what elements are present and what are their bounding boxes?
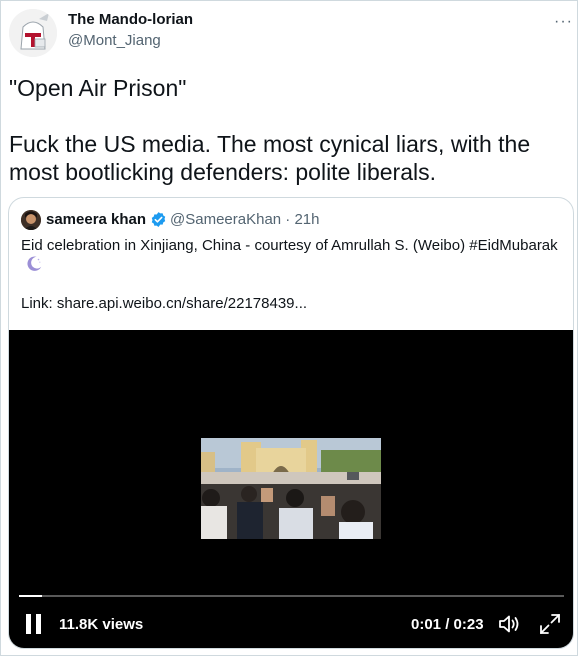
quoted-tweet-text: Eid celebration in Xinjiang, China - cou… — [21, 237, 558, 254]
pause-icon[interactable] — [26, 614, 42, 634]
video-progress-bar[interactable] — [19, 595, 564, 597]
quoted-tweet-link[interactable]: Link: share.api.weibo.cn/share/22178439.… — [21, 295, 307, 312]
crowd-scene-image — [201, 438, 381, 539]
crescent-moon-icon — [27, 256, 42, 271]
quoted-tweet[interactable]: sameera khan @SameeraKhan · 21h Eid cele… — [8, 197, 574, 649]
tweet-text: "Open Air Prison" Fuck the US media. The… — [9, 75, 531, 185]
more-options-icon[interactable]: ··· — [554, 13, 573, 31]
video-player[interactable]: 11.8K views 0:01 / 0:23 — [9, 330, 573, 648]
video-progress-fill — [19, 595, 43, 597]
verified-badge-icon — [151, 212, 166, 227]
video-view-count: 11.8K views — [59, 616, 144, 633]
volume-icon[interactable] — [497, 612, 521, 636]
video-thumbnail[interactable] — [201, 438, 381, 539]
author-handle[interactable]: @Mont_Jiang — [68, 32, 161, 49]
mandalorian-helmet-icon — [9, 9, 57, 57]
tweet-card[interactable]: The Mando-lorian @Mont_Jiang ··· "Open A… — [0, 0, 578, 656]
video-time: 0:01 / 0:23 — [411, 616, 484, 633]
quoted-author-handle-time[interactable]: @SameeraKhan · 21h — [170, 211, 319, 228]
fullscreen-icon[interactable] — [538, 612, 562, 636]
author-avatar[interactable] — [9, 9, 57, 57]
quoted-author-name[interactable]: sameera khan — [46, 211, 146, 228]
quoted-author-avatar[interactable] — [21, 210, 41, 230]
profile-photo-icon — [21, 210, 41, 230]
author-name[interactable]: The Mando-lorian — [68, 11, 193, 28]
